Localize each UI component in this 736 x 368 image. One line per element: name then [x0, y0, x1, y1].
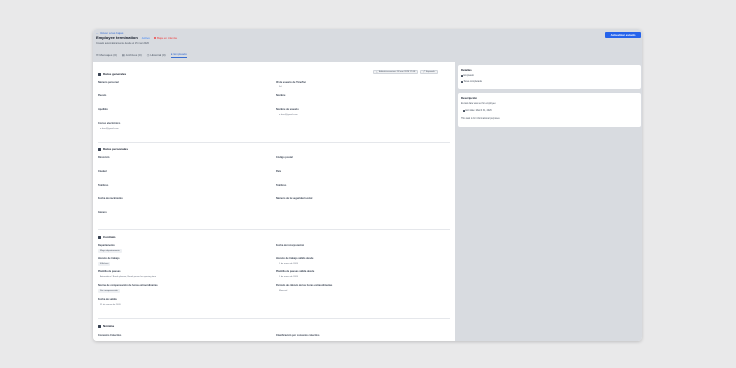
check-icon — [461, 81, 463, 83]
tab-history[interactable]: ◷ Historial (0) — [147, 51, 166, 58]
edit-sync-label: Editar/sincronizar: 18 ene 2026 17:08 — [378, 71, 416, 73]
section-payroll-heading: Nómina — [98, 324, 114, 328]
person-icon — [98, 72, 101, 76]
field-value: 3d — [279, 86, 282, 88]
status-cancel-label: Baja en trámite — [156, 35, 178, 40]
page-header: ← Volver a las bajas Employee terminatio… — [93, 29, 642, 62]
field-label: Número personal — [98, 81, 119, 84]
field-value: Mensual — [279, 290, 288, 292]
section-title: Contrato — [103, 235, 116, 239]
field-label: Horario de trabajo válido desde — [276, 257, 314, 260]
details-item[interactable]: Empleado — [461, 75, 474, 77]
field-label: Fecha de salida — [98, 298, 117, 301]
section-title: Datos personales — [103, 147, 129, 151]
field-value-pill: Sin compensación — [98, 289, 120, 293]
title-row: Employee termination Activo Baja en trám… — [96, 35, 177, 40]
status-dot-icon — [153, 36, 156, 39]
tab-label: Archivos (0) — [125, 52, 142, 57]
details-card: Detalles Empleado Tarea completada — [458, 65, 641, 89]
details-item[interactable]: Tarea completada — [461, 81, 482, 83]
card-title: Detalles — [461, 68, 472, 72]
id-card-icon — [98, 147, 101, 151]
field-label: Ciudad — [98, 170, 107, 173]
person-icon — [461, 75, 463, 77]
field-value: 31 de marzo de 2026 — [100, 304, 121, 306]
field-label: Fecha de nacimiento — [98, 197, 123, 200]
field-label: Nombre — [276, 94, 286, 97]
tab-employee[interactable]: ● Empleado — [170, 51, 188, 58]
divider — [98, 318, 450, 319]
tab-bar: ✉ Mensajes (0) ▤ Archivos (0) ◷ Historia… — [96, 51, 188, 58]
section-personal-heading: Datos personales — [98, 147, 128, 151]
field-label: Número de la seguridad social — [276, 197, 313, 200]
field-value-pill: 40h/sem — [98, 262, 111, 266]
field-label: Fecha de incorporación — [276, 244, 305, 247]
tab-files[interactable]: ▤ Archivos (0) — [122, 51, 142, 58]
page-subtitle: Creado automáticamente desde el 15 mar 2… — [96, 42, 149, 45]
card-title: Descripción — [461, 96, 478, 100]
file-icon: ▤ — [121, 52, 125, 57]
expand-label: Expandir — [425, 71, 435, 73]
field-label: Período de cálculo de las horas extraord… — [276, 284, 333, 287]
status-cancel-badge: Baja en trámite — [153, 35, 178, 40]
field-label: Departamento — [98, 244, 115, 247]
section-general-heading: Datos generales — [98, 72, 126, 76]
field-label: Convenio Colectivo — [98, 334, 122, 337]
field-label: Norma de compensación de horas extraordi… — [98, 284, 158, 287]
field-label: Puesto — [98, 94, 107, 97]
description-line-text: Exit date: March 31, 2026 — [465, 110, 492, 112]
field-value: Automático / Break planner, Break pause … — [100, 276, 157, 278]
field-label: Dirección — [98, 156, 110, 159]
section-title: Nómina — [103, 324, 115, 328]
description-line: This task is for informational purposes — [461, 118, 500, 120]
tab-label: Empleado — [173, 52, 188, 56]
field-label: Plantilla de pausas válida desde — [276, 270, 315, 273]
details-item-label: Tarea completada — [463, 81, 482, 83]
field-label: Correo electrónico — [98, 122, 121, 125]
field-label: Teléfono — [276, 184, 287, 187]
field-label: Nombre de usuario — [276, 108, 299, 111]
history-icon: ◷ — [146, 52, 150, 57]
description-line: Ex-last date was set for employee: — [461, 103, 497, 105]
field-label: Género — [98, 211, 107, 214]
field-value: 1 de enero de 2026 — [279, 276, 298, 278]
bullet-icon — [463, 110, 465, 112]
field-value: e.lezel@gmail.com — [100, 128, 119, 130]
employee-details-panel — [93, 62, 455, 341]
description-card: Descripción Ex-last date was set for emp… — [458, 93, 641, 127]
section-contract-heading: Contrato — [98, 235, 116, 239]
message-icon: ✉ — [96, 52, 99, 57]
field-label: Código postal — [276, 156, 293, 159]
field-label: Apellido — [98, 108, 108, 111]
expand-button[interactable]: ⤢ Expandir — [420, 70, 438, 74]
tab-label: Mensajes (0) — [99, 52, 117, 57]
page-title: Employee termination — [96, 35, 138, 40]
edit-sync-button[interactable]: ✎ Editar/sincronizar: 18 ene 2026 17:08 — [373, 70, 419, 74]
section-title: Datos generales — [103, 72, 127, 76]
field-label: ID de usuario de TimeTac — [276, 81, 307, 84]
field-value: 1 de enero de 2026 — [279, 263, 298, 265]
field-label: Horario de trabajo — [98, 257, 120, 260]
tab-messages[interactable]: ✉ Mensajes (0) — [96, 51, 117, 58]
field-label: Teléfono — [98, 184, 109, 187]
app-window: ← Volver a las bajas Employee terminatio… — [93, 29, 642, 341]
edit-icon: ✎ — [376, 71, 378, 74]
update-status-button[interactable]: Actualizar estado — [605, 32, 641, 38]
status-active-badge: Activo — [141, 35, 150, 40]
section-actions: ✎ Editar/sincronizar: 18 ene 2026 17:08 … — [373, 70, 438, 74]
field-value-pill: Mega departamento — [98, 249, 122, 253]
field-label: País — [276, 170, 282, 173]
payroll-icon — [98, 324, 101, 328]
details-item-label: Empleado — [463, 75, 474, 77]
field-value: e.lezel@gmail.com — [279, 114, 298, 116]
expand-icon: ⤢ — [423, 71, 425, 73]
field-label: Plantilla de pausas — [98, 270, 121, 273]
briefcase-icon — [98, 235, 101, 239]
divider — [98, 142, 450, 143]
description-line: Exit date: March 31, 2026 — [463, 110, 492, 112]
person-icon: ● — [170, 52, 173, 56]
tab-label: Historial (0) — [150, 52, 166, 57]
divider — [98, 229, 450, 230]
field-label: Clasificación por convenio colectivo — [276, 334, 320, 337]
